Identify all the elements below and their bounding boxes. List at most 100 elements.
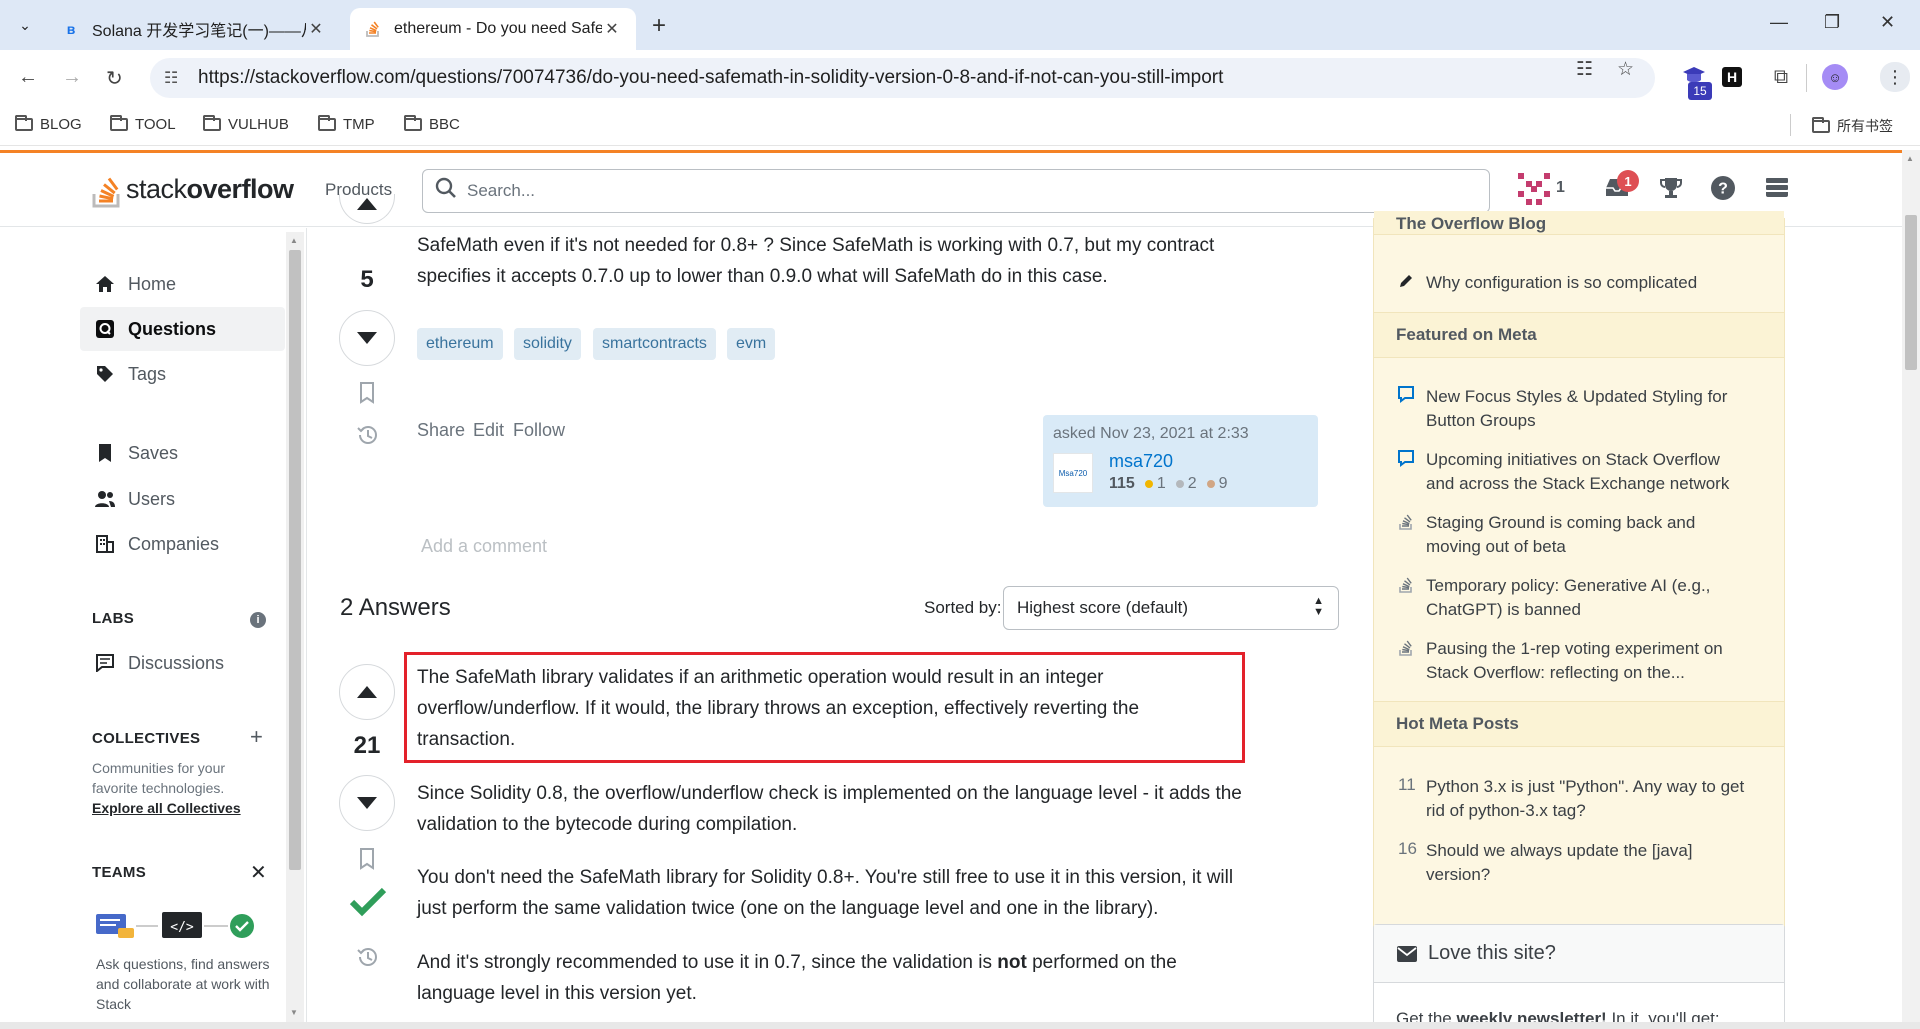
bookmark-folder-vulhub[interactable]: VULHUB (203, 115, 289, 133)
extension-h-icon[interactable]: H (1722, 67, 1742, 87)
hot-post-link[interactable]: Should we always update the [java] versio… (1426, 839, 1766, 887)
logo-text-light: stack (126, 173, 187, 204)
search-input[interactable] (467, 181, 1367, 201)
close-teams-icon[interactable]: ✕ (250, 860, 267, 885)
question-downvote-button[interactable] (339, 310, 395, 366)
scroll-down-arrow-icon[interactable]: ▼ (290, 1008, 298, 1017)
bookmark-icon[interactable] (339, 382, 395, 410)
meta-item-link[interactable]: Temporary policy: Generative AI (e.g., Ch… (1426, 574, 1766, 622)
hot-post-line: Should we always update the [java] (1426, 841, 1693, 860)
scroll-up-arrow-icon[interactable]: ▲ (1906, 154, 1914, 163)
nav-label: Home (128, 273, 177, 294)
nav-discussions[interactable]: Discussions (80, 641, 285, 685)
info-icon[interactable]: i (250, 612, 266, 628)
meta-item-link[interactable]: Pausing the 1-rep voting experiment on St… (1426, 637, 1766, 685)
stack-logo-icon (1396, 576, 1416, 599)
edit-link[interactable]: Edit (473, 420, 504, 441)
nav-tags[interactable]: Tags (80, 352, 285, 396)
tag-evm[interactable]: evm (727, 328, 776, 360)
scroll-up-arrow-icon[interactable]: ▲ (290, 236, 298, 245)
hot-post-link[interactable]: Python 3.x is just "Python". Any way to … (1426, 775, 1766, 823)
explore-collectives-link[interactable]: Explore all Collectives (92, 800, 241, 816)
bookmark-folder-blog[interactable]: BLOG (15, 115, 82, 133)
follow-link[interactable]: Follow (513, 420, 565, 441)
nav-saves[interactable]: Saves (80, 431, 285, 475)
url-text[interactable]: https://stackoverflow.com/questions/7007… (198, 67, 1223, 89)
tab-stackoverflow[interactable]: ethereum - Do you need Safe ✕ (350, 8, 636, 50)
avatar-caption: Msa720 (1058, 468, 1088, 478)
chevron-down-icon: ⌄ (19, 16, 31, 33)
forward-arrow-icon[interactable]: → (62, 66, 82, 89)
stackoverflow-logo[interactable]: stackoverflow (92, 169, 294, 209)
page-scrollbar[interactable]: ▲ (1902, 150, 1920, 1022)
close-icon[interactable]: ✕ (306, 19, 326, 39)
tab-solana-notes[interactable]: ʙ Solana 开发学习笔记(一)——从 ✕ (48, 8, 340, 50)
omnibox[interactable]: ☷ https://stackoverflow.com/questions/70… (150, 58, 1655, 98)
page-scroll-thumb[interactable] (1905, 215, 1917, 370)
new-tab-plus-icon[interactable]: + (652, 12, 666, 40)
help-icon[interactable]: ? (1710, 175, 1736, 208)
site-search[interactable] (422, 169, 1490, 213)
minimize-icon[interactable]: — (1770, 12, 1788, 33)
users-icon (94, 490, 116, 508)
back-arrow-icon[interactable]: ← (18, 66, 38, 89)
svg-text:?: ? (1718, 181, 1728, 198)
close-icon[interactable]: ✕ (602, 19, 622, 39)
tab-search-button[interactable]: ⌄ (10, 10, 40, 40)
hot-post-line: rid of python-3.x tag? (1426, 801, 1586, 820)
puzzle-extensions-icon[interactable]: ⧉ (1768, 64, 1794, 90)
tag-smartcontracts[interactable]: smartcontracts (593, 328, 716, 360)
translate-icon[interactable]: ☷ (1576, 58, 1593, 81)
kebab-menu-icon[interactable]: ⋮ (1880, 62, 1910, 92)
bookmark-folder-bbc[interactable]: BBC (404, 115, 460, 133)
bookmark-icon (94, 443, 116, 463)
teams-heading: TEAMS (92, 864, 146, 881)
all-bookmarks-button[interactable]: 所有书签 (1812, 116, 1893, 136)
meta-item-link[interactable]: Upcoming initiatives on Stack Overflow an… (1426, 448, 1766, 496)
restore-icon[interactable]: ❐ (1824, 12, 1840, 33)
answer-upvote-button[interactable] (339, 664, 395, 720)
address-bar-row: ← → ↻ ☷ https://stackoverflow.com/questi… (0, 50, 1920, 106)
bookmark-folder-tool[interactable]: TOOL (110, 115, 176, 133)
nav-home[interactable]: Home (80, 262, 285, 306)
stackoverflow-logo-icon (92, 169, 122, 209)
owner-avatar[interactable]: Msa720 (1053, 453, 1093, 493)
meta-item-line: Temporary policy: Generative AI (e.g., (1426, 576, 1711, 595)
close-window-icon[interactable]: ✕ (1880, 12, 1895, 33)
stack-logo-icon (1396, 639, 1416, 662)
bookmark-icon[interactable] (339, 848, 395, 876)
nav-questions[interactable]: Questions (80, 307, 285, 351)
accepted-answer-check-icon (349, 882, 387, 920)
reload-icon[interactable]: ↻ (106, 66, 123, 91)
window-bottom-edge (0, 1022, 1920, 1029)
site-switcher-icon[interactable] (1764, 175, 1790, 208)
meta-item-link[interactable]: Staging Ground is coming back and moving … (1426, 511, 1766, 559)
discussions-icon (94, 654, 116, 672)
tag-ethereum[interactable]: ethereum (417, 328, 503, 360)
share-link[interactable]: Share (417, 420, 465, 441)
site-settings-icon[interactable]: ☷ (164, 68, 186, 88)
sidebar-scroll-thumb[interactable] (289, 250, 301, 870)
user-avatar[interactable] (1516, 171, 1552, 214)
sidebar-scrollbar[interactable]: ▲ ▼ (286, 232, 304, 1022)
answer-body-line: just perform the same validation twice (… (417, 898, 1159, 919)
answer-downvote-button[interactable] (339, 775, 395, 831)
nav-companies[interactable]: Companies (80, 522, 285, 566)
envelope-icon (1396, 945, 1418, 963)
nav-users[interactable]: Users (80, 477, 285, 521)
add-comment-link[interactable]: Add a comment (421, 536, 547, 557)
history-icon[interactable] (339, 946, 395, 974)
meta-item-link[interactable]: New Focus Styles & Updated Styling for Bu… (1426, 385, 1766, 433)
tag-solidity[interactable]: solidity (514, 328, 581, 360)
profile-avatar[interactable]: ☺ (1822, 64, 1848, 90)
add-collective-plus-icon[interactable]: + (250, 724, 263, 750)
newsletter-title: Love this site? (1428, 942, 1556, 964)
sort-select[interactable]: Highest score (default) ▲ ▼ (1003, 586, 1339, 630)
bookmark-folder-tmp[interactable]: TMP (318, 115, 375, 133)
comment-bubble-icon (1396, 449, 1416, 472)
star-icon[interactable]: ☆ (1617, 58, 1634, 81)
blog-item-link[interactable]: Why configuration is so complicated (1426, 271, 1766, 295)
owner-username-link[interactable]: msa720 (1109, 451, 1173, 472)
achievements-trophy-icon[interactable] (1658, 175, 1684, 208)
history-icon[interactable] (339, 424, 395, 452)
